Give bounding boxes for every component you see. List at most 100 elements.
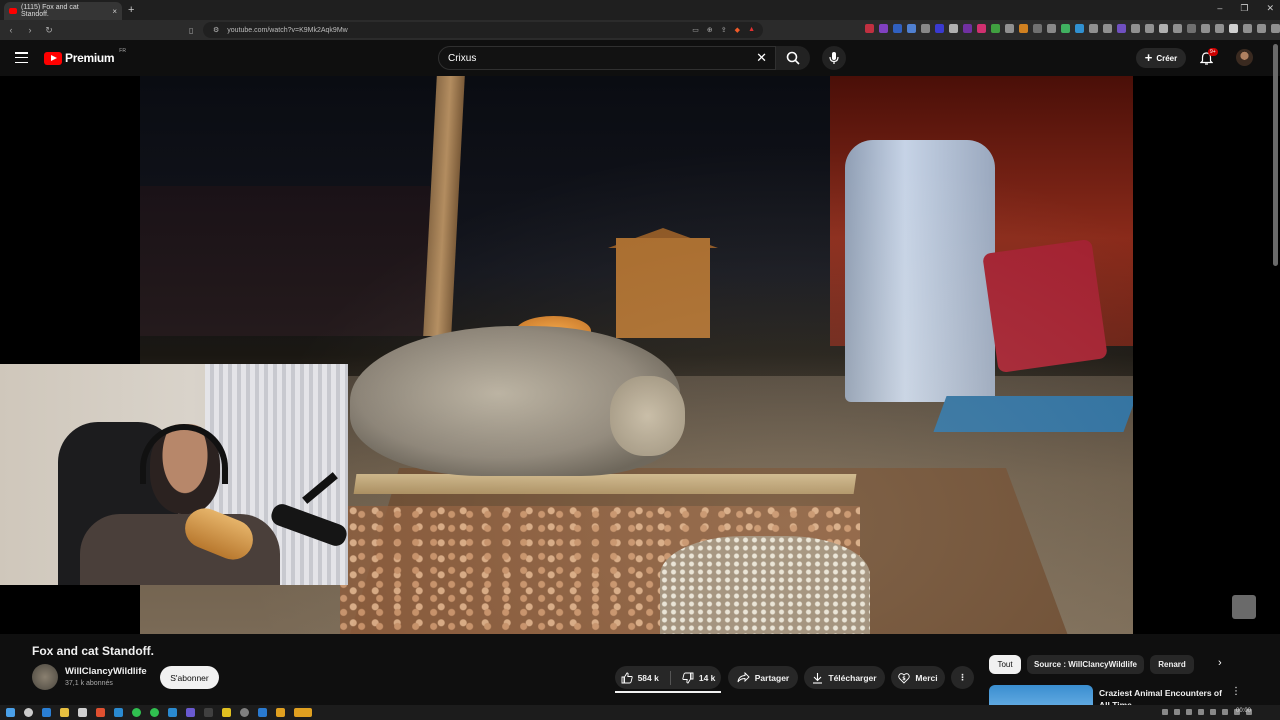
rewards-icon[interactable]: ▲ bbox=[748, 26, 755, 34]
page-scrollbar[interactable] bbox=[1273, 44, 1278, 266]
clock[interactable]: 00:00 bbox=[1236, 708, 1251, 714]
extension-icon[interactable] bbox=[949, 24, 958, 33]
dislike-button[interactable]: 14 k bbox=[682, 672, 715, 684]
brave-shield-icon[interactable]: ◆ bbox=[735, 26, 740, 34]
address-toolbar: ‹ › ↻ ▯ ⚙ youtube.com/watch?v=K9Mk2Aqk9M… bbox=[0, 20, 1280, 40]
extension-icon[interactable] bbox=[1089, 24, 1098, 33]
taskbar-app-icon[interactable] bbox=[114, 708, 123, 717]
taskbar-app-icon[interactable] bbox=[258, 708, 267, 717]
extension-icon[interactable] bbox=[1005, 24, 1014, 33]
thanks-button[interactable]: $ Merci bbox=[891, 666, 945, 689]
voice-search-button[interactable] bbox=[822, 46, 846, 70]
restore-button[interactable]: ❐ bbox=[1240, 3, 1248, 14]
obs-icon[interactable] bbox=[240, 708, 249, 717]
extension-icon[interactable] bbox=[1019, 24, 1028, 33]
tray-icon[interactable] bbox=[1198, 709, 1204, 715]
discord-icon[interactable] bbox=[186, 708, 195, 717]
chip-fox[interactable]: Renard bbox=[1150, 655, 1194, 674]
taskbar-app-icon[interactable] bbox=[42, 708, 51, 717]
tray-icon[interactable] bbox=[1174, 709, 1180, 715]
taskbar-app-icon[interactable] bbox=[78, 708, 87, 717]
extension-icon[interactable] bbox=[921, 24, 930, 33]
chip-source[interactable]: Source : WillClancyWildlife bbox=[1027, 655, 1144, 674]
tray-icon[interactable] bbox=[1162, 709, 1168, 715]
account-avatar[interactable] bbox=[1236, 49, 1253, 66]
extension-icon[interactable] bbox=[1187, 24, 1196, 33]
new-tab-button[interactable]: + bbox=[128, 4, 134, 16]
address-bar[interactable]: ▯ ⚙ youtube.com/watch?v=K9Mk2Aqk9Mw ▭ ⊕ … bbox=[189, 22, 763, 38]
file-explorer-icon[interactable] bbox=[60, 708, 69, 717]
extension-icon[interactable] bbox=[1271, 24, 1280, 33]
search-button[interactable] bbox=[776, 46, 810, 70]
tray-icon[interactable] bbox=[1186, 709, 1192, 715]
chip-all[interactable]: Tout bbox=[989, 655, 1021, 674]
hamburger-menu-icon[interactable] bbox=[15, 52, 28, 63]
taskbar-app-icon[interactable] bbox=[168, 708, 177, 717]
subscribe-button[interactable]: S'abonner bbox=[160, 666, 219, 689]
recommendation-more-icon[interactable]: ⋮ bbox=[1231, 686, 1241, 697]
recommendation-thumbnail[interactable] bbox=[989, 685, 1093, 705]
extension-icon[interactable] bbox=[1215, 24, 1224, 33]
tab-close-icon[interactable]: × bbox=[112, 7, 117, 16]
extension-icon[interactable] bbox=[1117, 24, 1126, 33]
extension-icon[interactable] bbox=[1131, 24, 1140, 33]
bookmark-icon[interactable]: ▯ bbox=[189, 26, 193, 35]
url-text: youtube.com/watch?v=K9Mk2Aqk9Mw bbox=[227, 26, 348, 34]
close-window-button[interactable]: ✕ bbox=[1266, 3, 1274, 14]
download-button[interactable]: Télécharger bbox=[804, 666, 885, 689]
extension-icon[interactable] bbox=[1173, 24, 1182, 33]
extension-icon[interactable] bbox=[1061, 24, 1070, 33]
extension-icon[interactable] bbox=[1033, 24, 1042, 33]
extension-icon[interactable] bbox=[893, 24, 902, 33]
more-actions-button[interactable]: ⋮ bbox=[951, 666, 974, 689]
tray-icon[interactable] bbox=[1210, 709, 1216, 715]
extension-icon[interactable] bbox=[865, 24, 874, 33]
search-input[interactable]: Crixus ✕ bbox=[438, 46, 776, 70]
taskbar-app-icon[interactable] bbox=[222, 708, 231, 717]
youtube-logo[interactable]: Premium FR bbox=[44, 48, 126, 65]
extension-icon[interactable] bbox=[935, 24, 944, 33]
extension-icon[interactable] bbox=[879, 24, 888, 33]
extension-icon[interactable] bbox=[977, 24, 986, 33]
whatsapp-icon[interactable] bbox=[132, 708, 141, 717]
streamer-webcam-overlay bbox=[0, 364, 348, 585]
wifi-icon[interactable] bbox=[1222, 709, 1228, 715]
browser-tab[interactable]: (1115) Fox and cat Standoff. × bbox=[4, 2, 122, 20]
extension-icon[interactable] bbox=[907, 24, 916, 33]
channel-name[interactable]: WillClancyWildlife bbox=[65, 666, 147, 677]
extension-icon[interactable] bbox=[1243, 24, 1252, 33]
share-button[interactable]: Partager bbox=[728, 666, 798, 689]
like-dislike-group: 584 k 14 k bbox=[615, 666, 721, 689]
reload-icon[interactable]: ↻ bbox=[41, 25, 57, 36]
channel-avatar[interactable] bbox=[32, 664, 58, 690]
forward-icon[interactable]: › bbox=[22, 25, 38, 35]
chips-next-icon[interactable]: › bbox=[1218, 657, 1222, 669]
active-app-icon[interactable] bbox=[294, 708, 312, 717]
back-icon[interactable]: ‹ bbox=[3, 25, 19, 35]
create-button[interactable]: + Créer bbox=[1136, 48, 1186, 68]
spotify-icon[interactable] bbox=[150, 708, 159, 717]
extension-icon[interactable] bbox=[1159, 24, 1168, 33]
clear-search-icon[interactable]: ✕ bbox=[756, 50, 767, 66]
extension-icon[interactable] bbox=[991, 24, 1000, 33]
extension-icon[interactable] bbox=[1257, 24, 1266, 33]
extension-icon[interactable] bbox=[1229, 24, 1238, 33]
share-page-icon[interactable]: ⇪ bbox=[721, 26, 727, 34]
extension-icon[interactable] bbox=[1103, 24, 1112, 33]
taskbar-search-icon[interactable] bbox=[24, 708, 33, 717]
browser-taskbar-icon[interactable] bbox=[96, 708, 105, 717]
recommendation-title[interactable]: Craziest Animal Encounters of All Time bbox=[1099, 687, 1224, 705]
windows-start-icon[interactable] bbox=[6, 708, 15, 717]
site-info-icon[interactable]: ⚙ bbox=[213, 26, 219, 34]
taskbar-app-icon[interactable] bbox=[204, 708, 213, 717]
extension-icon[interactable] bbox=[1201, 24, 1210, 33]
taskbar-app-icon[interactable] bbox=[276, 708, 285, 717]
zoom-icon[interactable]: ⊕ bbox=[707, 26, 713, 34]
minimize-button[interactable]: – bbox=[1217, 3, 1222, 14]
like-button[interactable]: 584 k bbox=[621, 672, 659, 684]
extension-icon[interactable] bbox=[1145, 24, 1154, 33]
extension-icon[interactable] bbox=[963, 24, 972, 33]
cast-icon[interactable]: ▭ bbox=[692, 26, 699, 34]
extension-icon[interactable] bbox=[1075, 24, 1084, 33]
extension-icon[interactable] bbox=[1047, 24, 1056, 33]
